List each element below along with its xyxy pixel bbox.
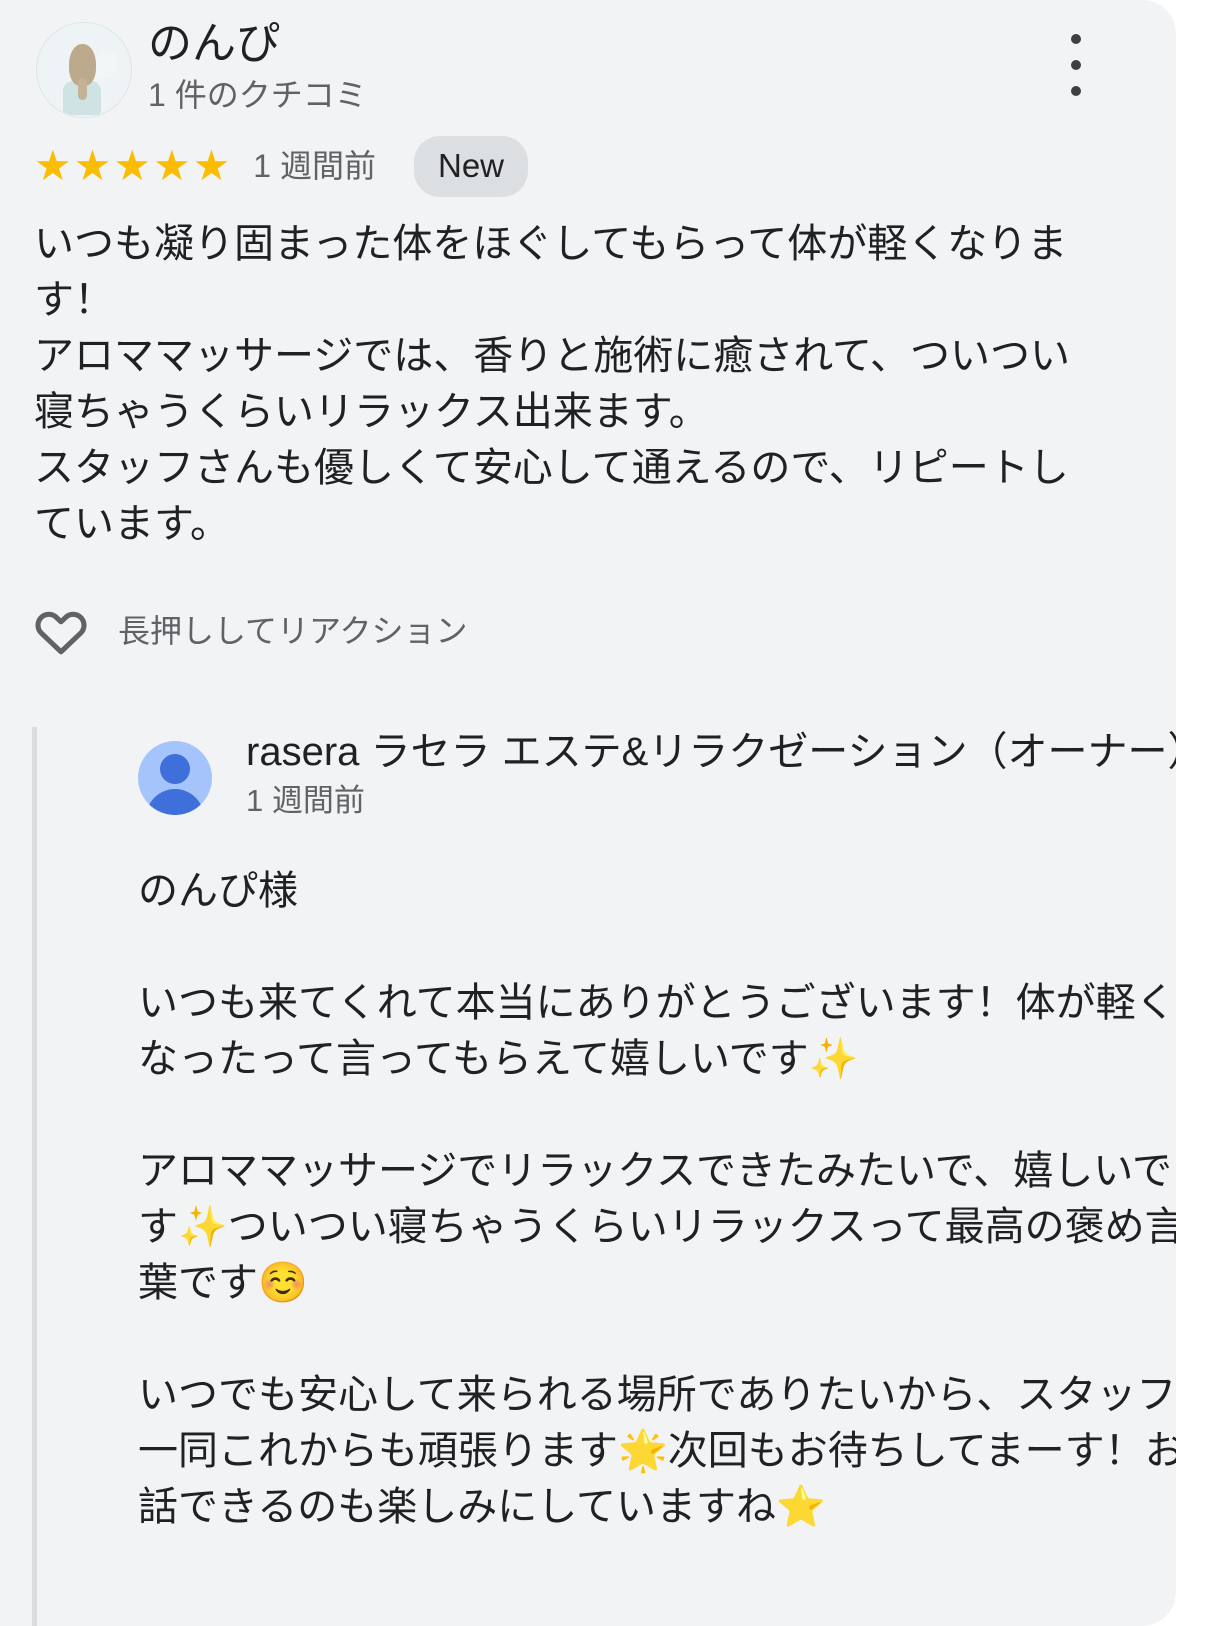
review-text: いつも凝り固まった体をほぐしてもらって体が軽くなります！ アロママッサージでは、… <box>34 222 1070 546</box>
owner-reply: rasera ラセラ エステ&リラクゼーション（オーナー） 1 週間前 のんぴ様… <box>32 727 1176 1626</box>
star-icon: ★ <box>113 142 152 189</box>
owner-reply-text: のんぴ様 いつも来てくれて本当にありがとうございます！体が軽くなったって言っても… <box>138 869 1176 1529</box>
avatar-photo-braid <box>78 78 87 100</box>
reaction-label: 長押ししてリアクション <box>118 613 468 649</box>
star-icon: ★ <box>152 142 192 189</box>
menu-dot-icon <box>1071 86 1081 96</box>
star-rating: ★ ★ ★ ★ ★ <box>34 145 232 187</box>
rating-row: ★ ★ ★ ★ ★ 1 週間前 New <box>34 135 529 197</box>
star-icon: ★ <box>34 142 73 189</box>
overflow-menu-button[interactable] <box>1054 34 1098 96</box>
person-icon-body <box>146 789 204 815</box>
menu-dot-icon <box>1071 34 1081 44</box>
reviewer-name[interactable]: のんぴ <box>148 16 280 72</box>
reviewer-review-count: 1 件のクチコミ <box>148 77 367 113</box>
star-icon: ★ <box>192 142 232 189</box>
owner-avatar[interactable] <box>138 741 212 815</box>
review-date: 1 週間前 <box>253 148 376 184</box>
star-icon: ★ <box>73 142 113 189</box>
reaction-button[interactable]: 長押ししてリアクション <box>32 600 467 662</box>
menu-dot-icon <box>1071 60 1081 70</box>
review-card: のんぴ 1 件のクチコミ ★ ★ ★ ★ ★ 1 週間前 New いつも凝り固ま… <box>0 0 1176 1626</box>
heart-icon <box>35 611 87 655</box>
review-page: のんぴ 1 件のクチコミ ★ ★ ★ ★ ★ 1 週間前 New いつも凝り固ま… <box>0 0 1228 1626</box>
review-header: のんぴ 1 件のクチコミ <box>0 0 1176 128</box>
owner-name[interactable]: rasera ラセラ エステ&リラクゼーション（オーナー） <box>246 725 1176 779</box>
owner-reply-header: rasera ラセラ エステ&リラクゼーション（オーナー） 1 週間前 <box>84 727 1176 827</box>
person-icon-head <box>160 754 190 784</box>
owner-reply-date: 1 週間前 <box>246 783 365 818</box>
new-badge: New <box>413 135 529 197</box>
avatar[interactable] <box>36 22 132 118</box>
